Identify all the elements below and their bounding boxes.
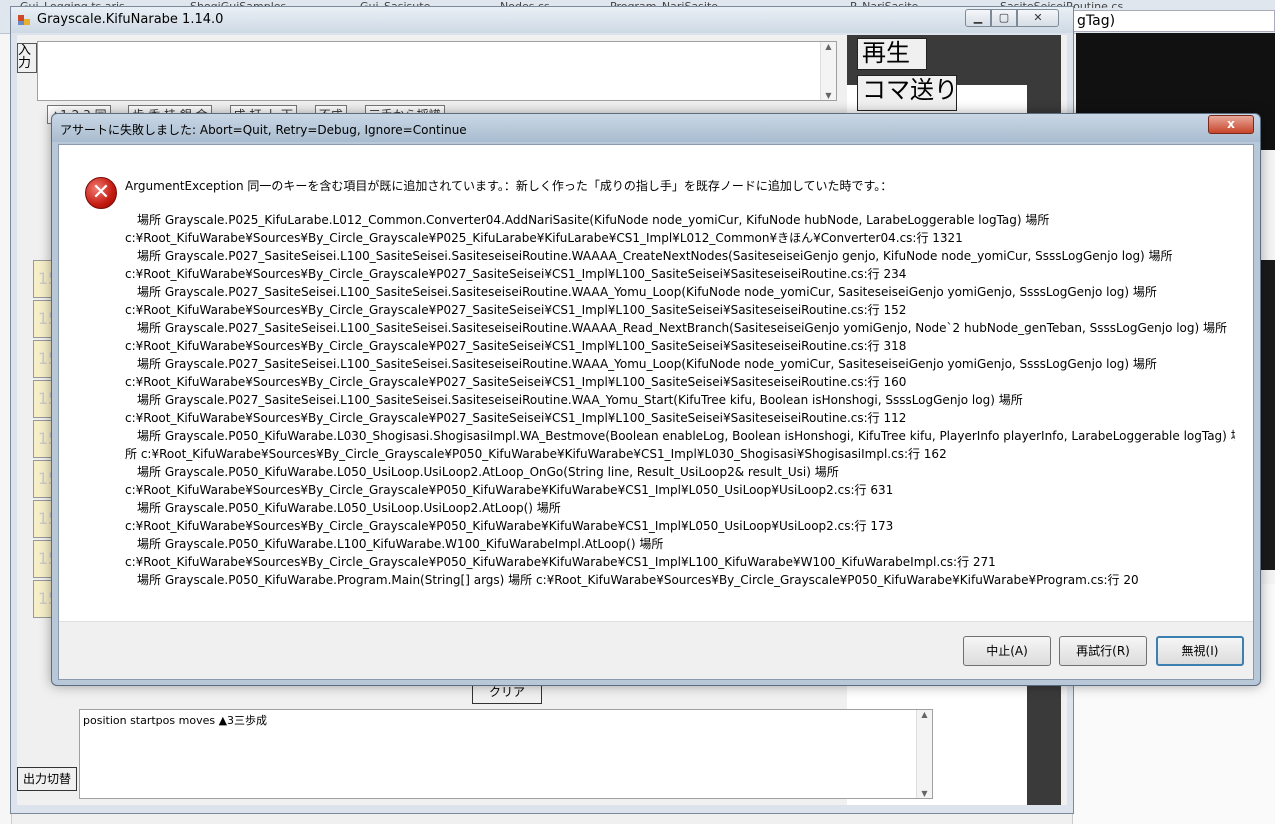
stack-trace-line: c:¥Root_KifuWarabe¥Sources¥By_Circle_Gra… bbox=[125, 339, 907, 353]
stack-trace-line: c:¥Root_KifuWarabe¥Sources¥By_Circle_Gra… bbox=[125, 519, 894, 533]
dialog-message-area: ✕ ArgumentException 同一のキーを含む項目が既に追加されていま… bbox=[59, 145, 1253, 621]
ignore-button[interactable]: 無視(I) bbox=[1156, 636, 1244, 666]
maximize-button[interactable]: ▢ bbox=[991, 9, 1017, 27]
stack-trace-line: 場所 Grayscale.P050_KifuWarabe.L050_UsiLoo… bbox=[137, 501, 561, 515]
dialog-title: アサートに失敗しました: Abort=Quit, Retry=Debug, Ig… bbox=[60, 123, 467, 137]
scroll-up-icon[interactable]: ▲ bbox=[821, 42, 836, 51]
retry-button[interactable]: 再試行(R) bbox=[1059, 636, 1147, 666]
stack-trace-line: 場所 Grayscale.P050_KifuWarabe.L030_Shogis… bbox=[137, 429, 1235, 443]
dialog-titlebar[interactable]: アサートに失敗しました: Abort=Quit, Retry=Debug, Ig… bbox=[52, 114, 1260, 142]
app-titlebar[interactable]: Grayscale.KifuNarabe 1.14.0 ▁ ▢ ✕ bbox=[11, 7, 1073, 33]
usi-output-text: position startpos moves ▲3三歩成 bbox=[83, 714, 268, 727]
stack-trace-line: c:¥Root_KifuWarabe¥Sources¥By_Circle_Gra… bbox=[125, 483, 894, 497]
scroll-up-icon[interactable]: ▲ bbox=[917, 710, 932, 719]
textarea-scrollbar[interactable]: ▲ ▼ bbox=[820, 42, 836, 100]
saisei-button[interactable]: 再生 bbox=[857, 38, 927, 70]
stack-trace-line: c:¥Root_KifuWarabe¥Sources¥By_Circle_Gra… bbox=[125, 267, 907, 281]
stack-trace-line: 場所 Grayscale.P027_SasiteSeisei.L100_Sasi… bbox=[137, 357, 1157, 371]
komaokuri-button[interactable]: コマ送り bbox=[857, 75, 958, 111]
stack-trace-line: 所 c:¥Root_KifuWarabe¥Sources¥By_Circle_G… bbox=[125, 447, 947, 461]
dialog-footer: 中止(A) 再試行(R) 無視(I) bbox=[59, 621, 1253, 679]
abort-button[interactable]: 中止(A) bbox=[963, 636, 1051, 666]
error-icon: ✕ bbox=[85, 177, 117, 209]
assertion-dialog: アサートに失敗しました: Abort=Quit, Retry=Debug, Ig… bbox=[51, 113, 1261, 686]
stack-trace-line: 場所 Grayscale.P027_SasiteSeisei.L100_Sasi… bbox=[137, 285, 1157, 299]
maximize-icon: ▢ bbox=[998, 11, 1010, 24]
stack-trace-line: 場所 Grayscale.P050_KifuWarabe.Program.Mai… bbox=[137, 573, 1139, 587]
stack-trace-line: 場所 Grayscale.P027_SasiteSeisei.L100_Sasi… bbox=[137, 249, 1173, 263]
exception-message: ArgumentException 同一のキーを含む項目が既に追加されています。… bbox=[125, 179, 893, 193]
kifu-input-textarea[interactable]: ▲ ▼ bbox=[37, 41, 837, 101]
stack-trace-line: 場所 Grayscale.P050_KifuWarabe.L100_KifuWa… bbox=[137, 537, 664, 551]
background-editor-text: gTag) bbox=[1072, 10, 1275, 32]
stack-trace-line: c:¥Root_KifuWarabe¥Sources¥By_Circle_Gra… bbox=[125, 303, 907, 317]
scroll-down-icon[interactable]: ▼ bbox=[821, 91, 836, 100]
output-toggle-button[interactable]: 出力切替 bbox=[17, 767, 77, 791]
close-button[interactable]: ✕ bbox=[1017, 9, 1059, 27]
input-label: 入力 bbox=[17, 43, 37, 73]
scroll-down-icon[interactable]: ▼ bbox=[917, 789, 932, 798]
stack-trace: 場所 Grayscale.P025_KifuLarabe.L012_Common… bbox=[125, 211, 1235, 589]
usi-output-textarea[interactable]: position startpos moves ▲3三歩成 ▲ ▼ bbox=[79, 709, 933, 799]
stack-trace-line: c:¥Root_KifuWarabe¥Sources¥By_Circle_Gra… bbox=[125, 231, 963, 245]
minimize-icon: ▁ bbox=[973, 11, 983, 24]
stack-trace-line: 場所 Grayscale.P027_SasiteSeisei.L100_Sasi… bbox=[137, 321, 1228, 335]
minimize-button[interactable]: ▁ bbox=[965, 9, 991, 27]
stack-trace-line: c:¥Root_KifuWarabe¥Sources¥By_Circle_Gra… bbox=[125, 411, 907, 425]
close-icon: x bbox=[1227, 117, 1235, 131]
app-icon bbox=[18, 15, 30, 25]
stack-trace-line: 場所 Grayscale.P050_KifuWarabe.L050_UsiLoo… bbox=[137, 465, 839, 479]
stack-trace-line: c:¥Root_KifuWarabe¥Sources¥By_Circle_Gra… bbox=[125, 375, 907, 389]
output-scrollbar[interactable]: ▲ ▼ bbox=[916, 710, 932, 798]
dialog-close-button[interactable]: x bbox=[1208, 115, 1254, 134]
dialog-body: ✕ ArgumentException 同一のキーを含む項目が既に追加されていま… bbox=[58, 144, 1254, 680]
close-icon: ✕ bbox=[1033, 11, 1043, 24]
stack-trace-line: c:¥Root_KifuWarabe¥Sources¥By_Circle_Gra… bbox=[125, 555, 996, 569]
stack-trace-line: 場所 Grayscale.P027_SasiteSeisei.L100_Sasi… bbox=[137, 393, 1023, 407]
app-title: Grayscale.KifuNarabe 1.14.0 bbox=[37, 12, 224, 27]
stack-trace-line: 場所 Grayscale.P025_KifuLarabe.L012_Common… bbox=[137, 213, 1050, 227]
